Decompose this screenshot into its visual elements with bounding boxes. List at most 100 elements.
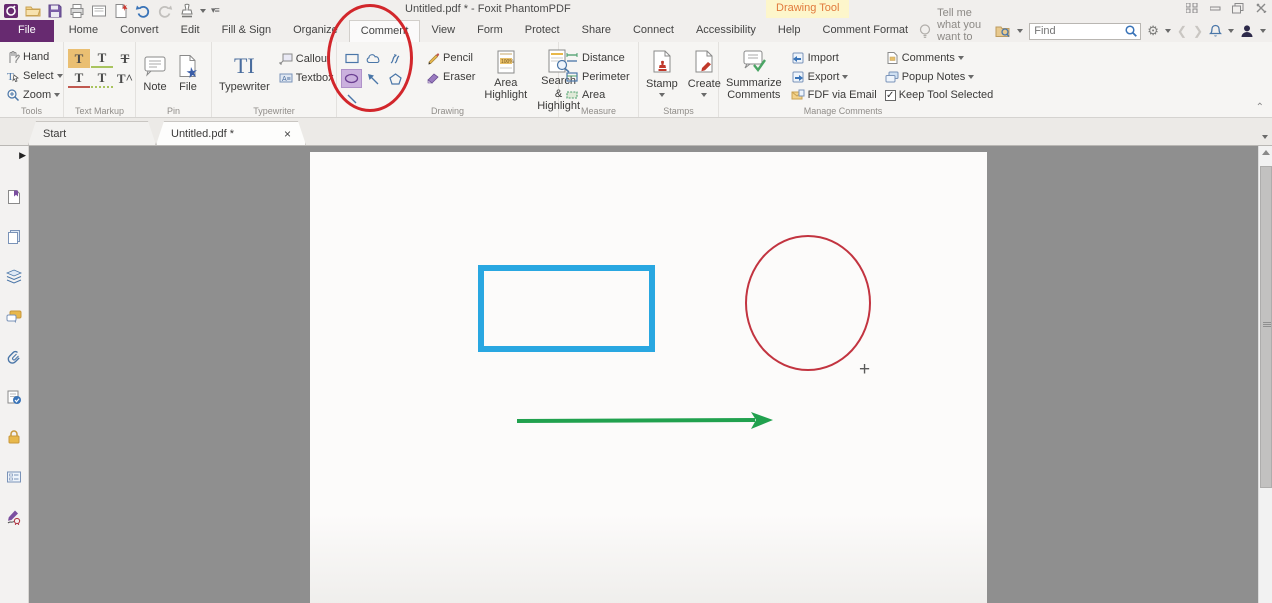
replace-text-button[interactable]: T: [91, 69, 113, 88]
undo-icon[interactable]: [134, 3, 151, 19]
qat-customize-icon[interactable]: ▾≡: [211, 5, 219, 16]
strikeout-text-button[interactable]: T: [114, 49, 136, 68]
comments-button[interactable]: Comments: [883, 49, 996, 67]
doc-tab-untitled[interactable]: Untitled.pdf * ×: [156, 121, 306, 145]
import-button[interactable]: Import: [789, 49, 879, 67]
callout-button[interactable]: Callout: [277, 50, 336, 68]
keep-tool-selected-option[interactable]: ✓ Keep Tool Selected: [883, 86, 996, 104]
pages-panel-icon[interactable]: [4, 227, 24, 247]
doc-tab-close-icon[interactable]: ×: [284, 127, 291, 141]
tab-edit[interactable]: Edit: [170, 20, 211, 42]
underline-text-button[interactable]: T: [91, 49, 113, 68]
nav-forward-icon[interactable]: ❯: [1193, 24, 1203, 38]
keep-tool-selected-checkbox[interactable]: ✓: [885, 90, 896, 101]
area-highlight-button[interactable]: 100% Area Highlight: [481, 47, 530, 104]
summarize-comments-button[interactable]: Summarize Comments: [723, 48, 785, 104]
nav-back-icon[interactable]: ❮: [1177, 24, 1187, 38]
tab-form[interactable]: Form: [466, 20, 514, 42]
zoom-tool-button[interactable]: Zoom: [4, 86, 65, 104]
open-folder-icon[interactable]: [24, 3, 41, 19]
insert-text-button[interactable]: T^: [114, 69, 136, 88]
polyline-tool[interactable]: [385, 49, 406, 68]
layers-panel-icon[interactable]: [4, 267, 24, 287]
scroll-up-icon[interactable]: [1262, 150, 1270, 155]
select-tool-button[interactable]: T Select: [4, 67, 65, 85]
tab-home[interactable]: Home: [58, 20, 109, 42]
panel-expand-icon[interactable]: ▶: [19, 150, 26, 161]
user-caret-icon[interactable]: [1260, 29, 1266, 33]
distance-button[interactable]: Distance: [563, 49, 632, 67]
vertical-scrollbar[interactable]: [1258, 146, 1272, 603]
tab-convert[interactable]: Convert: [109, 20, 170, 42]
tab-help[interactable]: Help: [767, 20, 812, 42]
print-icon[interactable]: [68, 3, 85, 19]
redo-icon[interactable]: [156, 3, 173, 19]
note-button[interactable]: Note: [140, 51, 170, 104]
comments-panel-icon[interactable]: [4, 307, 24, 327]
tab-protect[interactable]: Protect: [514, 20, 571, 42]
attachments-panel-icon[interactable]: [4, 347, 24, 367]
rectangle-tool[interactable]: [341, 49, 362, 68]
document-canvas[interactable]: +: [29, 146, 1258, 603]
stamp-tool-icon[interactable]: [178, 3, 195, 19]
eraser-button[interactable]: Eraser: [424, 68, 477, 86]
file-attach-button[interactable]: File: [174, 51, 202, 104]
mail-preview-icon[interactable]: [90, 3, 107, 19]
textbox-button[interactable]: A≡ Textbox: [277, 69, 336, 87]
pencil-button[interactable]: Pencil: [424, 49, 477, 67]
highlight-text-button[interactable]: T: [68, 49, 90, 68]
oval-tool[interactable]: [341, 69, 362, 88]
bell-caret-icon[interactable]: [1228, 29, 1234, 33]
collapse-ribbon-icon[interactable]: ⌃: [1256, 102, 1264, 113]
tab-comment[interactable]: Comment: [349, 20, 421, 42]
signature-panel-icon[interactable]: [4, 507, 24, 527]
bookmarks-panel-icon[interactable]: [4, 187, 24, 207]
fdf-via-email-button[interactable]: FDF via Email: [789, 86, 879, 104]
typewriter-button[interactable]: TI Typewriter: [216, 51, 273, 104]
user-account-icon[interactable]: [1240, 24, 1254, 38]
search-folder-icon[interactable]: [995, 25, 1011, 38]
fields-panel-icon[interactable]: [4, 467, 24, 487]
tab-fill-sign[interactable]: Fill & Sign: [211, 20, 283, 42]
close-icon[interactable]: [1254, 2, 1268, 14]
polygon-tool[interactable]: [385, 69, 406, 88]
squiggly-text-button[interactable]: T: [68, 69, 90, 88]
new-document-icon[interactable]: [112, 3, 129, 19]
scrollbar-thumb[interactable]: [1260, 166, 1272, 488]
tab-share[interactable]: Share: [571, 20, 622, 42]
cloud-tool[interactable]: [363, 49, 384, 68]
drawn-rectangle-annotation[interactable]: [478, 265, 655, 352]
tab-accessibility[interactable]: Accessibility: [685, 20, 767, 42]
minimize-icon[interactable]: [1208, 2, 1222, 14]
settings-gear-icon[interactable]: ⚙: [1147, 23, 1159, 39]
stamp-button[interactable]: Stamp: [643, 48, 681, 104]
export-button[interactable]: Export: [789, 68, 879, 86]
popup-notes-button[interactable]: Popup Notes: [883, 68, 996, 86]
qat-dropdown-caret-icon[interactable]: [200, 9, 206, 13]
find-input[interactable]: [1034, 25, 1124, 37]
drawn-arrow-annotation[interactable]: [515, 408, 777, 432]
doc-tab-start[interactable]: Start: [28, 121, 156, 145]
doc-tab-list-caret-icon[interactable]: [1262, 135, 1268, 139]
settings-caret-icon[interactable]: [1165, 29, 1171, 33]
tab-organize[interactable]: Organize: [282, 20, 349, 42]
tab-view[interactable]: View: [420, 20, 466, 42]
create-stamp-button[interactable]: Create: [685, 48, 724, 104]
tab-layout-icon[interactable]: [1185, 2, 1199, 14]
search-dropdown-caret-icon[interactable]: [1017, 29, 1023, 33]
tab-file[interactable]: File: [0, 20, 54, 42]
drawn-ellipse-annotation[interactable]: [745, 235, 871, 371]
perimeter-button[interactable]: Perimeter: [563, 68, 632, 86]
arrow-tool[interactable]: [363, 69, 384, 88]
find-box[interactable]: [1029, 23, 1141, 40]
hand-tool-button[interactable]: Hand: [4, 48, 65, 66]
pdf-page[interactable]: +: [310, 152, 987, 603]
lock-panel-icon[interactable]: [4, 427, 24, 447]
tab-comment-format[interactable]: Comment Format: [812, 20, 920, 42]
notification-bell-icon[interactable]: [1209, 24, 1222, 38]
save-icon[interactable]: [46, 3, 63, 19]
area-button[interactable]: Area: [563, 86, 632, 104]
restore-icon[interactable]: [1231, 2, 1245, 14]
tab-connect[interactable]: Connect: [622, 20, 685, 42]
security-panel-icon[interactable]: [4, 387, 24, 407]
